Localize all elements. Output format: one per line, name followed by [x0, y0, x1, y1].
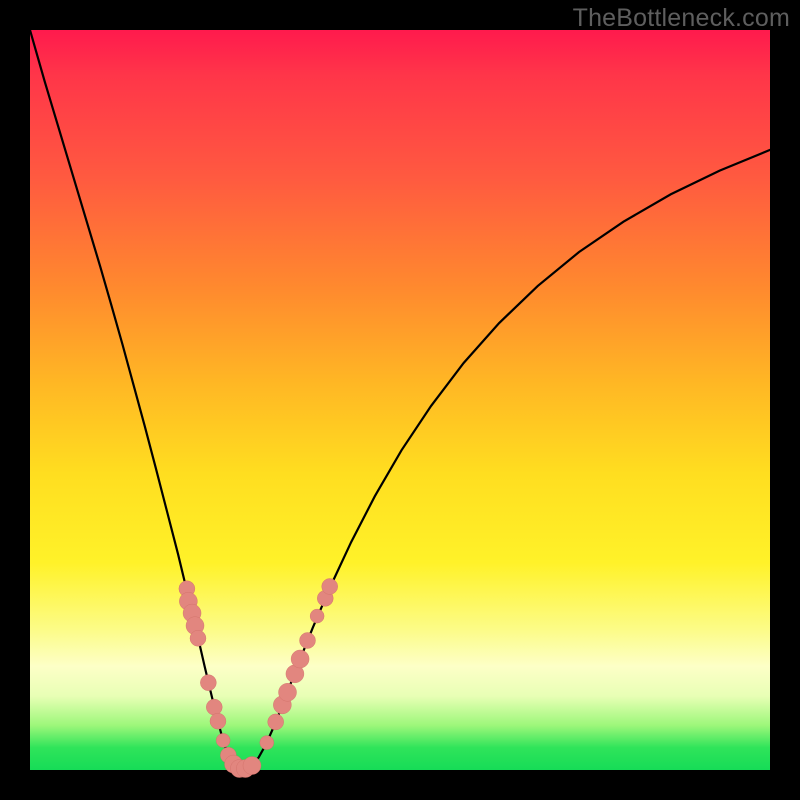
data-marker [279, 683, 297, 701]
data-marker [200, 675, 216, 691]
data-marker [260, 736, 274, 750]
data-marker [268, 714, 284, 730]
data-marker [243, 757, 261, 775]
data-marker [210, 713, 226, 729]
chart-svg [30, 30, 770, 770]
data-marker [216, 733, 230, 747]
bottleneck-curve [30, 30, 770, 769]
data-marker [190, 630, 206, 646]
data-marker [300, 633, 316, 649]
chart-frame: TheBottleneck.com [0, 0, 800, 800]
watermark-text: TheBottleneck.com [573, 4, 790, 33]
data-marker [310, 609, 324, 623]
data-markers [179, 578, 338, 777]
chart-plot-area [30, 30, 770, 770]
data-marker [291, 650, 309, 668]
data-marker [322, 578, 338, 594]
data-marker [206, 699, 222, 715]
